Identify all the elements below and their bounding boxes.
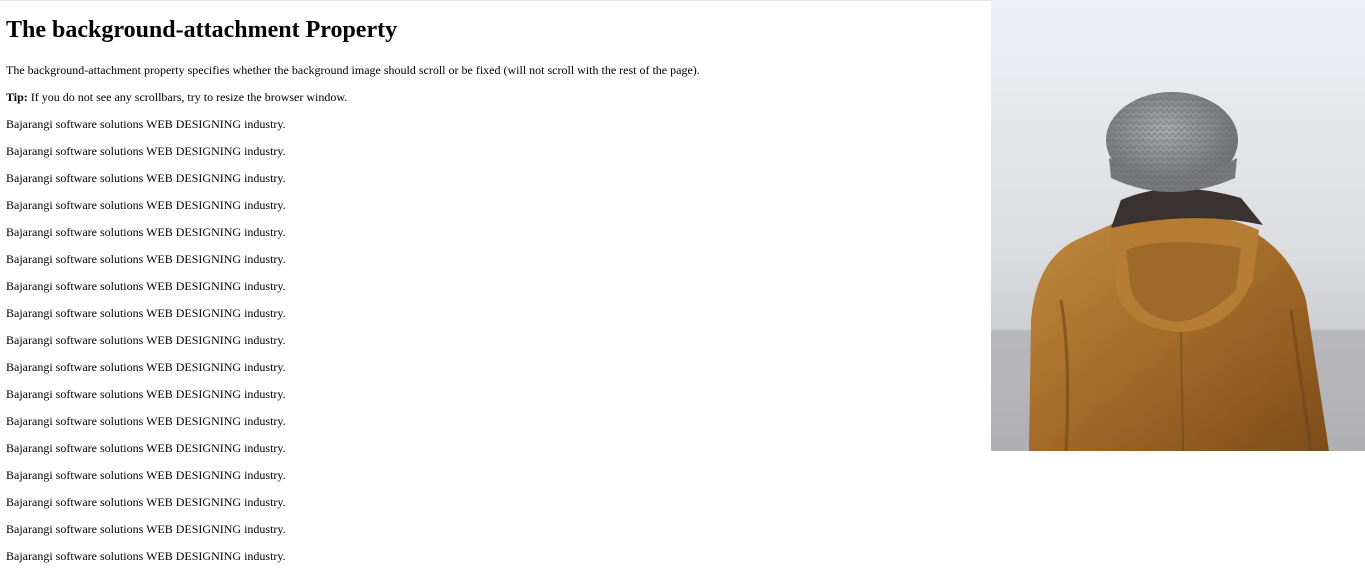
content-line: Bajarangi software solutions WEB DESIGNI… (6, 522, 286, 536)
person-photo-image (991, 0, 1365, 451)
tip-text: If you do not see any scrollbars, try to… (27, 90, 348, 104)
tip-label: Tip: (6, 90, 28, 104)
repeated-lines: Bajarangi software solutions WEB DESIGNI… (6, 117, 966, 564)
content-line: Bajarangi software solutions WEB DESIGNI… (6, 306, 286, 320)
content-line: Bajarangi software solutions WEB DESIGNI… (6, 144, 286, 158)
content-line: Bajarangi software solutions WEB DESIGNI… (6, 117, 286, 131)
content-line: Bajarangi software solutions WEB DESIGNI… (6, 549, 286, 563)
content-line: Bajarangi software solutions WEB DESIGNI… (6, 441, 286, 455)
content-line: Bajarangi software solutions WEB DESIGNI… (6, 414, 286, 428)
background-photo (991, 0, 1365, 451)
content-line: Bajarangi software solutions WEB DESIGNI… (6, 468, 286, 482)
content-line: Bajarangi software solutions WEB DESIGNI… (6, 495, 286, 509)
content-line: Bajarangi software solutions WEB DESIGNI… (6, 360, 286, 374)
content-line: Bajarangi software solutions WEB DESIGNI… (6, 225, 286, 239)
content-line: Bajarangi software solutions WEB DESIGNI… (6, 387, 286, 401)
content-line: Bajarangi software solutions WEB DESIGNI… (6, 279, 286, 293)
main-content: The background-attachment Property The b… (6, 0, 966, 576)
content-line: Bajarangi software solutions WEB DESIGNI… (6, 333, 286, 347)
intro-paragraph: The background-attachment property speci… (6, 63, 700, 77)
content-line: Bajarangi software solutions WEB DESIGNI… (6, 198, 286, 212)
content-line: Bajarangi software solutions WEB DESIGNI… (6, 171, 286, 185)
content-line: Bajarangi software solutions WEB DESIGNI… (6, 252, 286, 266)
tip-paragraph: Tip: If you do not see any scrollbars, t… (6, 90, 966, 105)
page-title: The background-attachment Property (6, 17, 398, 43)
